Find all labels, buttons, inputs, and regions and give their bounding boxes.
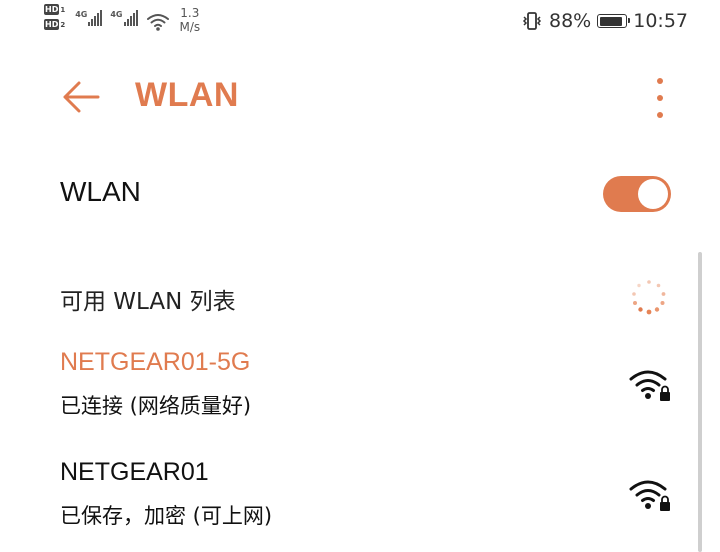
signal-bars-icon bbox=[88, 10, 103, 26]
scrollbar[interactable] bbox=[698, 252, 702, 552]
sim-index: 1 bbox=[60, 5, 66, 14]
clock: 10:57 bbox=[633, 10, 688, 32]
signal-sim2: 4G bbox=[110, 10, 138, 26]
status-bar-right: 88% 10:57 bbox=[521, 10, 688, 32]
hd-badge-sim2: HD 2 bbox=[44, 19, 65, 30]
speed-value: 1.3 bbox=[180, 6, 200, 20]
hd-label: HD bbox=[44, 4, 60, 15]
wifi-status-icon bbox=[146, 14, 169, 31]
hd-badges: HD 1 HD 2 bbox=[44, 4, 65, 30]
app-bar: WLAN bbox=[0, 62, 720, 132]
network-status: 已连接 (网络质量好) bbox=[60, 394, 252, 418]
speed-unit: M/s bbox=[179, 20, 201, 34]
network-status: 已保存，加密 (可上网) bbox=[60, 504, 273, 528]
wifi-lock-icon bbox=[629, 370, 670, 401]
hd-label: HD bbox=[44, 19, 60, 30]
more-vertical-icon[interactable] bbox=[650, 78, 670, 118]
network-type-label: 4G bbox=[110, 10, 123, 19]
signal-bars-icon bbox=[123, 10, 138, 26]
hd-badge-sim1: HD 1 bbox=[44, 4, 65, 15]
wlan-network-item[interactable]: NETGEAR01 已保存，加密 (可上网) bbox=[0, 458, 700, 538]
page-title: WLAN bbox=[135, 76, 239, 114]
available-networks-header: 可用 WLAN 列表 bbox=[60, 289, 236, 315]
battery-level-fill bbox=[599, 16, 622, 26]
wifi-lock-icon bbox=[629, 480, 670, 511]
battery-icon bbox=[597, 14, 631, 28]
network-speed: 1.3 M/s bbox=[180, 6, 201, 34]
signal-sim1: 4G bbox=[75, 10, 103, 26]
loading-spinner-icon bbox=[632, 280, 666, 315]
status-bar-left: HD 1 HD 2 4G 4G 1.3 M/s bbox=[44, 4, 200, 34]
network-name: NETGEAR01 bbox=[60, 458, 209, 486]
sim-index: 2 bbox=[60, 20, 66, 29]
battery-percent: 88% bbox=[549, 10, 592, 32]
wlan-toggle-row[interactable]: WLAN bbox=[0, 160, 720, 230]
network-type-label: 4G bbox=[75, 10, 88, 19]
wlan-toggle-label: WLAN bbox=[60, 176, 141, 207]
wlan-network-item[interactable]: NETGEAR01-5G 已连接 (网络质量好) bbox=[0, 348, 700, 428]
toggle-knob bbox=[638, 179, 668, 209]
arrow-left-icon[interactable] bbox=[62, 80, 100, 114]
status-bar: HD 1 HD 2 4G 4G 1.3 M/s 88% 10:57 bbox=[0, 0, 720, 44]
vibrate-icon bbox=[522, 12, 542, 30]
wlan-toggle-switch[interactable] bbox=[603, 176, 671, 212]
network-name: NETGEAR01-5G bbox=[60, 348, 251, 376]
